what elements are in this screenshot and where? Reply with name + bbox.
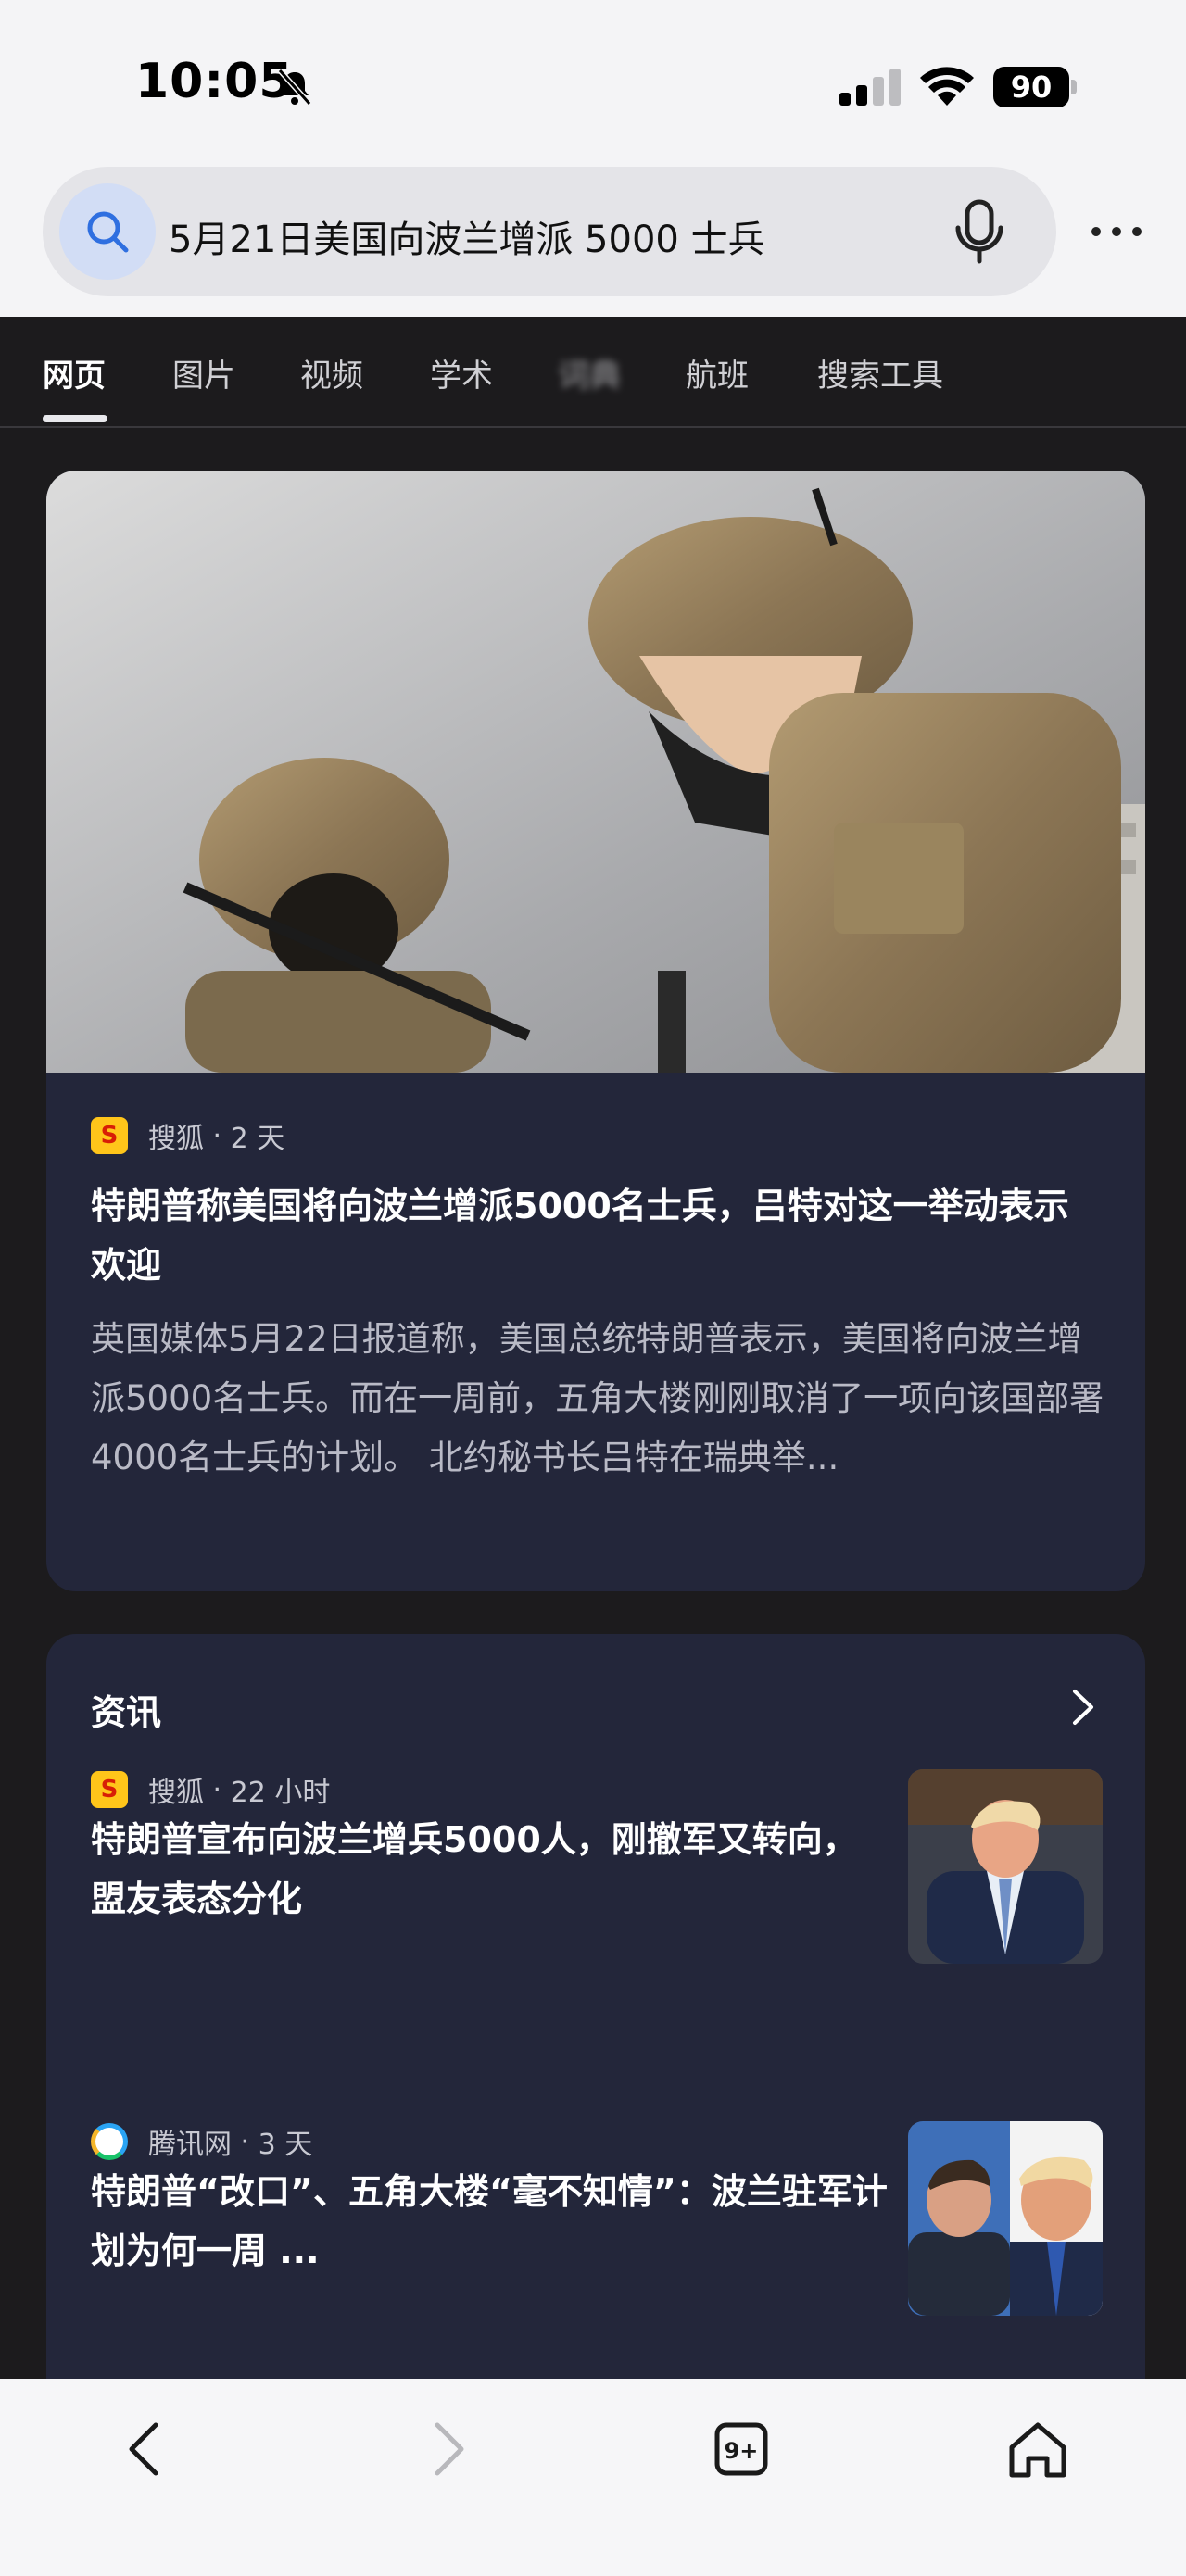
active-tab-indicator	[43, 415, 107, 422]
search-button[interactable]	[59, 183, 156, 280]
trump-hegseth-thumbnail	[908, 2121, 1103, 2316]
soldiers-photo	[46, 471, 1145, 1073]
news-source-name: 腾讯网	[148, 2129, 232, 2161]
hero-source-time: 2 天	[230, 1123, 285, 1155]
hero-result-card[interactable]: S 搜狐 · 2 天 特朗普称美国将向波兰增派5000名士兵，吕特对这一举动表示…	[46, 471, 1145, 1591]
news-item-source: S 搜狐 · 22 小时	[91, 1769, 330, 1810]
battery-level: 90	[993, 67, 1069, 107]
search-bar[interactable]: 5月21日美国向波兰增派 5000 士兵	[43, 167, 1056, 296]
news-item[interactable]: 腾讯网 · 3 天 特朗普“改口”、五角大楼“毫不知情”：波兰驻军计划为何一周 …	[46, 2121, 1145, 2344]
microphone-icon[interactable]	[949, 198, 1010, 265]
tab-academic[interactable]: 学术	[430, 350, 493, 396]
hero-source: S 搜狐 · 2 天	[91, 1115, 284, 1156]
trump-thumbnail	[908, 1769, 1103, 1964]
hero-snippet: 英国媒体5月22日报道称，美国总统特朗普表示，美国将向波兰增派5000名士兵。而…	[91, 1319, 1104, 1477]
chevron-right-icon[interactable]	[1066, 1688, 1099, 1727]
status-bar: 10:05 90	[0, 0, 1186, 157]
news-source-time: 3 天	[258, 2129, 313, 2161]
bottom-toolbar: 9+	[0, 2379, 1186, 2576]
forward-arrow-icon[interactable]	[410, 2412, 484, 2486]
tab-dictionary[interactable]: 词典	[558, 350, 621, 396]
tab-web[interactable]: 网页	[43, 350, 106, 396]
battery-icon: 90	[993, 67, 1079, 107]
news-source-name: 搜狐	[148, 1777, 204, 1809]
tab-flights[interactable]: 航班	[686, 350, 749, 396]
sohu-logo-icon: S	[91, 1117, 128, 1154]
news-item-source: 腾讯网 · 3 天	[91, 2121, 312, 2162]
cellular-signal-icon	[839, 69, 901, 106]
tab-images[interactable]: 图片	[172, 350, 235, 396]
status-time: 10:05	[135, 54, 294, 109]
wifi-icon	[920, 67, 974, 106]
header-area: 10:05 90 5月21日美国向波兰增派 5000 士兵	[0, 0, 1186, 317]
sohu-logo-icon: S	[91, 1771, 128, 1808]
tab-count: 9+	[725, 2438, 759, 2464]
back-arrow-icon[interactable]	[109, 2412, 183, 2486]
hero-title-link[interactable]: 特朗普称美国将向波兰增派5000名士兵，吕特对这一举动表示欢迎	[91, 1176, 1101, 1295]
more-options-button[interactable]	[1084, 206, 1149, 258]
hero-source-name: 搜狐	[148, 1123, 204, 1155]
news-section-title[interactable]: 资讯	[91, 1684, 161, 1735]
tab-videos[interactable]: 视频	[300, 350, 363, 396]
silent-bell-icon	[277, 69, 312, 106]
news-item[interactable]: S 搜狐 · 22 小时 特朗普宣布向波兰增兵5000人，刚撤军又转向，盟友表态…	[46, 1769, 1145, 1992]
tabs-button[interactable]: 9+	[704, 2412, 778, 2486]
search-icon	[87, 211, 129, 253]
news-source-time: 22 小时	[230, 1777, 331, 1809]
home-icon[interactable]	[1001, 2412, 1075, 2486]
news-item-title[interactable]: 特朗普宣布向波兰增兵5000人，刚撤军又转向，盟友表态分化	[91, 1810, 888, 1929]
search-tabs: 网页 图片 视频 学术 词典 航班 搜索工具	[0, 317, 1186, 428]
news-item-title[interactable]: 特朗普“改口”、五角大楼“毫不知情”：波兰驻军计划为何一周 ...	[91, 2162, 888, 2281]
tab-search-tools[interactable]: 搜索工具	[817, 350, 943, 396]
tencent-news-logo-icon	[91, 2123, 128, 2160]
tabs-icon: 9+	[714, 2422, 768, 2476]
search-input[interactable]: 5月21日美国向波兰增派 5000 士兵	[169, 209, 765, 263]
